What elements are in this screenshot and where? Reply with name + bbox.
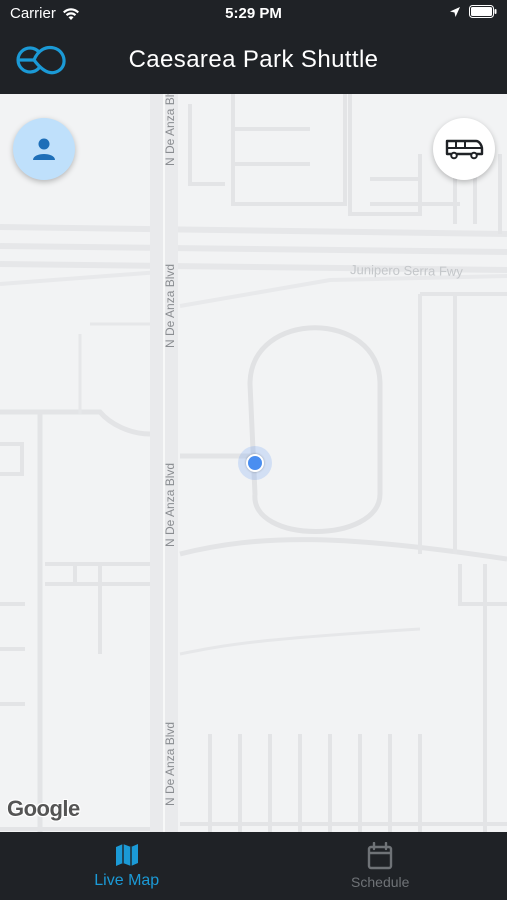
map-icon xyxy=(115,844,138,866)
tab-live-map-label: Live Map xyxy=(94,872,160,889)
status-right-group xyxy=(449,5,497,18)
calendar-icon xyxy=(368,842,393,870)
freeway-label: Junipero Serra Fwy xyxy=(350,262,463,279)
live-map[interactable]: N De Anza Blvd N De Anza Blvd N De Anza … xyxy=(0,94,507,832)
location-dot-core xyxy=(246,454,264,472)
road-label-south: N De Anza Blvd xyxy=(163,722,177,806)
person-icon xyxy=(33,138,55,160)
tab-schedule[interactable]: Schedule xyxy=(254,832,507,900)
road-label-middle: N De Anza Blvd xyxy=(163,463,177,547)
battery-icon xyxy=(469,5,497,18)
tab-schedule-label: Schedule xyxy=(351,874,410,890)
tab-bar: Live Map Schedule xyxy=(0,832,507,900)
google-attribution: Google xyxy=(7,796,80,821)
location-arrow-icon xyxy=(450,6,460,17)
status-time: 5:29 PM xyxy=(225,5,282,22)
bus-icon xyxy=(445,139,484,160)
current-location-marker xyxy=(238,446,272,480)
road-label-upper: N De Anza Blvd xyxy=(163,264,177,348)
road-label-north: N De Anza Blvd xyxy=(163,94,177,166)
profile-button[interactable] xyxy=(13,118,75,180)
shuttle-button[interactable] xyxy=(433,118,495,180)
tab-live-map[interactable]: Live Map xyxy=(0,832,254,900)
page-title: Caesarea Park Shuttle xyxy=(128,46,379,73)
app-header: Caesarea Park Shuttle xyxy=(0,28,507,94)
status-bar: Carrier 5:29 PM xyxy=(0,0,507,28)
